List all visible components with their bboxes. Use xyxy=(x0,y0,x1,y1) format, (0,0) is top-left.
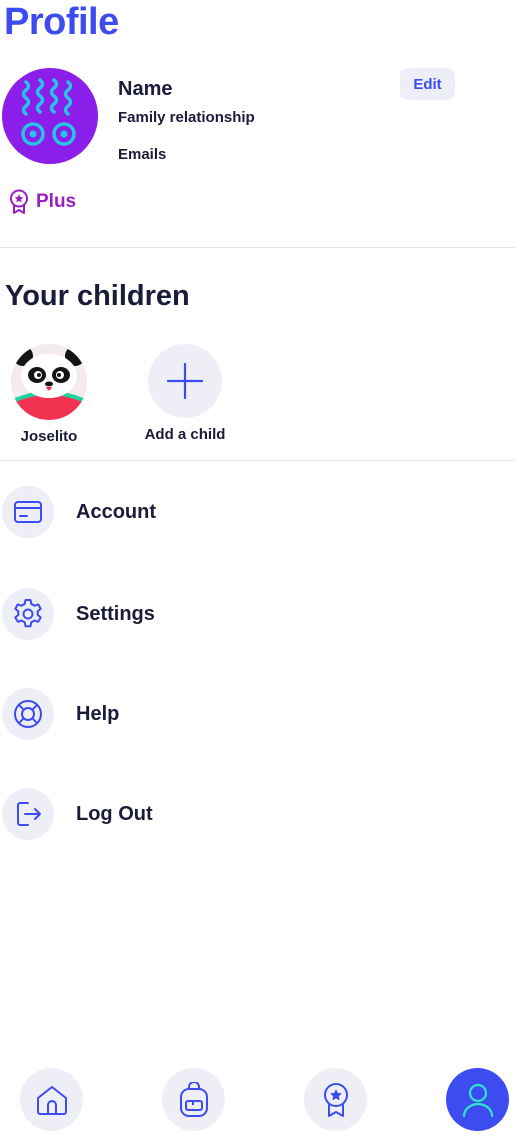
child-item[interactable]: Joselito xyxy=(9,344,89,445)
menu-item-help[interactable]: Help xyxy=(2,687,402,741)
menu-icon-logout xyxy=(2,788,54,840)
menu-icon-help xyxy=(2,688,54,740)
award-icon xyxy=(323,1082,348,1117)
award-icon xyxy=(10,189,28,214)
backpack-icon xyxy=(179,1081,208,1117)
plus-icon xyxy=(166,362,204,400)
divider xyxy=(0,247,516,248)
menu-item-logout[interactable]: Log Out xyxy=(2,787,402,841)
profile-emails: Emails xyxy=(118,146,167,163)
child-name: Joselito xyxy=(20,428,78,445)
section-title-children: Your children xyxy=(5,280,190,312)
profile-icon xyxy=(462,1083,493,1117)
menu-item-settings[interactable]: Settings xyxy=(2,587,402,641)
edit-profile-button[interactable]: Edit xyxy=(400,68,455,100)
menu-label-logout: Log Out xyxy=(76,802,153,825)
profile-relationship: Family relationship xyxy=(118,109,255,126)
gear-icon xyxy=(14,599,42,628)
plan-badge: Plus xyxy=(8,189,76,215)
menu-label-account: Account xyxy=(76,500,156,523)
lifebuoy-icon xyxy=(14,700,42,728)
logout-icon xyxy=(17,802,41,826)
page-title: Profile xyxy=(4,1,119,43)
avatar-pattern-icon xyxy=(21,78,76,146)
menu-label-settings: Settings xyxy=(76,602,155,625)
nav-backpack[interactable] xyxy=(162,1068,225,1131)
menu-icon-account xyxy=(2,486,54,538)
add-child-button[interactable]: Add a child xyxy=(140,344,230,443)
add-child-circle[interactable] xyxy=(148,344,222,418)
child-avatar[interactable] xyxy=(11,344,87,420)
nav-rewards[interactable] xyxy=(304,1068,367,1131)
plan-label: Plus xyxy=(36,191,77,212)
nav-profile[interactable] xyxy=(446,1068,509,1131)
profile-name: Name xyxy=(118,78,173,100)
panda-avatar-icon xyxy=(11,344,87,420)
home-icon xyxy=(36,1085,67,1115)
nav-home[interactable] xyxy=(20,1068,83,1131)
divider xyxy=(0,460,516,461)
card-icon xyxy=(14,501,42,523)
menu-label-help: Help xyxy=(76,702,120,725)
menu-icon-settings xyxy=(2,588,54,640)
menu-item-account[interactable]: Account xyxy=(2,485,402,539)
add-child-label: Add a child xyxy=(144,426,226,443)
profile-avatar[interactable] xyxy=(2,68,98,164)
